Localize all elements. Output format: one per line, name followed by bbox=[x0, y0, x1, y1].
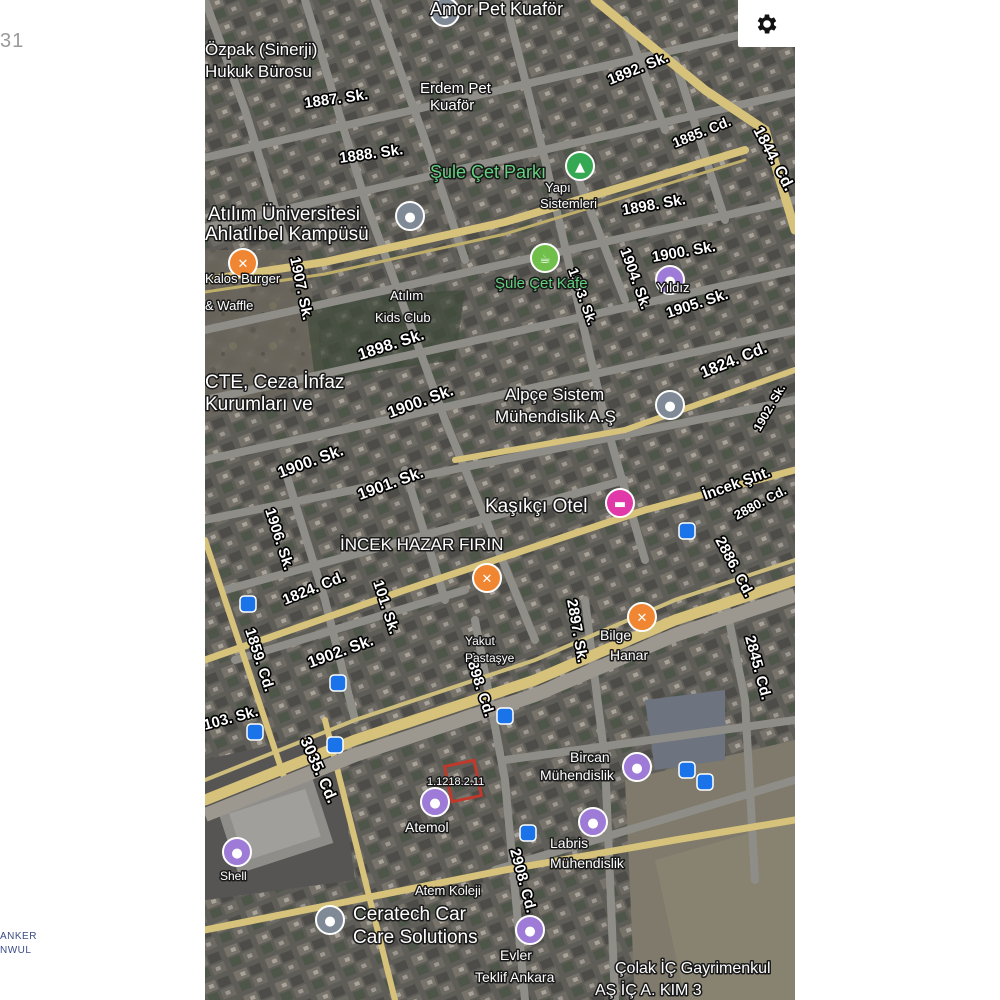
poi-label-labris2: Mühendislik bbox=[550, 855, 625, 871]
bus-stop-icon[interactable] bbox=[696, 773, 714, 791]
poi-label-atem[interactable]: Atemol bbox=[404, 818, 451, 837]
poi-label-erd1: Erdem Pet bbox=[420, 80, 492, 97]
bus-stop-icon[interactable] bbox=[329, 674, 347, 692]
poi-label-erd2: Kuaför bbox=[430, 97, 474, 114]
svg-text:▬: ▬ bbox=[614, 497, 626, 512]
svg-text:☕: ☕ bbox=[539, 252, 551, 267]
restaurant-pin-icon[interactable]: ✕ bbox=[472, 563, 502, 593]
svg-text:●: ● bbox=[404, 210, 415, 225]
place-pin-icon[interactable]: ● bbox=[622, 752, 652, 782]
poi-label-burger2: & Waffle bbox=[205, 298, 253, 313]
poi-label-cte1: CTE, Ceza İnfaz bbox=[205, 372, 344, 393]
bus-stop-icon[interactable] bbox=[678, 522, 696, 540]
location-pin-icon[interactable]: ● bbox=[315, 905, 345, 935]
poi-label-teklif2: Teklif Ankara bbox=[475, 969, 555, 985]
poi-label-bircan2: Mühendislik bbox=[540, 767, 615, 783]
location-pin-icon[interactable]: ● bbox=[655, 390, 685, 420]
place-pin-icon[interactable]: ● bbox=[222, 837, 252, 867]
poi-label-shell[interactable]: Shell bbox=[219, 868, 249, 885]
bus-stop-icon[interactable] bbox=[239, 595, 257, 613]
poi-label-yapi1: Yapı bbox=[545, 180, 571, 195]
poi-label-kids2: Kids Club bbox=[375, 310, 431, 325]
cafe-pin-icon[interactable]: ☕ bbox=[530, 243, 560, 273]
poi-label-kasikci[interactable]: Kaşıkçı Otel bbox=[484, 495, 589, 519]
poi-label-kafe[interactable]: Şule Çet Kafe bbox=[494, 274, 590, 294]
poi-label-hazar[interactable]: İNCEK HAZAR FIRIN bbox=[339, 534, 505, 556]
svg-text:●: ● bbox=[324, 914, 335, 929]
map-view[interactable]: 1844. Cd. 1892. Sk. 1887. Sk. 1888. Sk. 1885… bbox=[205, 0, 795, 1000]
poi-label-alpce1[interactable]: Alpçe Sistem bbox=[504, 384, 606, 406]
bus-stop-icon[interactable] bbox=[496, 707, 514, 725]
location-pin-icon[interactable]: ● bbox=[395, 201, 425, 231]
place-pin-icon[interactable]: ● bbox=[420, 787, 450, 817]
bus-stop-icon[interactable] bbox=[519, 824, 537, 842]
settings-button[interactable] bbox=[738, 0, 795, 47]
svg-text:✕: ✕ bbox=[637, 611, 648, 626]
satellite-map[interactable]: 1844. Cd.1892. Sk.1887. Sk.1888. Sk.1885… bbox=[205, 0, 795, 1000]
svg-text:●: ● bbox=[631, 761, 642, 776]
bus-stop-icon[interactable] bbox=[246, 723, 264, 741]
poi-label-sule[interactable]: Şule Çet Parkı bbox=[429, 161, 548, 184]
poi-label-teklif1[interactable]: Evler bbox=[499, 946, 534, 965]
svg-text:▲: ▲ bbox=[575, 160, 585, 175]
poi-label-ozp1: Özpak (Sinerji) bbox=[205, 40, 317, 59]
page-number: 31 bbox=[0, 30, 25, 52]
hotel-pin-icon[interactable]: ▬ bbox=[605, 488, 635, 518]
poi-label-parcel: 1.1218.2.11 bbox=[427, 776, 484, 788]
park-pin-icon[interactable]: ▲ bbox=[565, 151, 595, 181]
poi-label-atilim1[interactable]: Atılım Üniversitesi bbox=[207, 203, 362, 227]
poi-label-bilge2: Hanar bbox=[610, 647, 648, 663]
poi-label-alpce2: Mühendislik A.Ş bbox=[495, 407, 616, 426]
poi-label-burger1[interactable]: Kalos Burger bbox=[205, 270, 282, 288]
poi-label-yakut2: Pastaşye bbox=[465, 651, 515, 665]
svg-text:✕: ✕ bbox=[482, 572, 493, 587]
svg-text:●: ● bbox=[524, 924, 535, 939]
poi-label-colak2: AŞ İÇ A. KIM 3 bbox=[595, 980, 702, 999]
restaurant-pin-icon[interactable]: ✕ bbox=[627, 602, 657, 632]
poi-label-kids1: Atılım bbox=[390, 288, 423, 303]
bus-stop-icon[interactable] bbox=[326, 736, 344, 754]
poi-label-kolej: Atem Koleji bbox=[415, 883, 481, 898]
poi-label-cte2: Kurumları ve bbox=[205, 394, 313, 415]
place-pin-icon[interactable]: ● bbox=[578, 807, 608, 837]
bus-stop-icon[interactable] bbox=[678, 761, 696, 779]
poi-label-amor[interactable]: Amor Pet Kuaför bbox=[429, 0, 565, 21]
place-pin-icon[interactable]: ● bbox=[515, 915, 545, 945]
poi-label-cera1[interactable]: Ceratech Car bbox=[352, 903, 469, 927]
svg-text:✕: ✕ bbox=[238, 257, 249, 272]
poi-label-ozp2: Hukuk Bürosu bbox=[205, 62, 312, 81]
gear-icon bbox=[757, 13, 777, 34]
svg-text:●: ● bbox=[231, 846, 242, 861]
poi-label-labris1[interactable]: Labris bbox=[549, 834, 590, 853]
poi-label-bilge1[interactable]: Bilge bbox=[599, 626, 633, 645]
poi-label-cera2: Care Solutions bbox=[353, 927, 478, 948]
brand-logo: ANKER NWUL bbox=[0, 930, 60, 958]
poi-label-yildiz[interactable]: Yıldız bbox=[656, 279, 692, 297]
poi-label-atilim2: Ahlatlıbel Kampüsü bbox=[205, 224, 369, 245]
svg-text:●: ● bbox=[664, 399, 675, 414]
poi-label-yakut1: Yakut bbox=[465, 634, 495, 648]
brand-logo-line2: NWUL bbox=[0, 945, 32, 956]
poi-label-yapi2: Sistemleri bbox=[540, 196, 597, 211]
svg-text:●: ● bbox=[429, 796, 440, 811]
poi-label-colak1: Çolak İÇ Gayrimenkul bbox=[615, 958, 771, 977]
svg-text:●: ● bbox=[587, 816, 598, 831]
brand-logo-line1: ANKER bbox=[0, 931, 37, 942]
poi-label-bircan1[interactable]: Bircan bbox=[569, 748, 612, 767]
